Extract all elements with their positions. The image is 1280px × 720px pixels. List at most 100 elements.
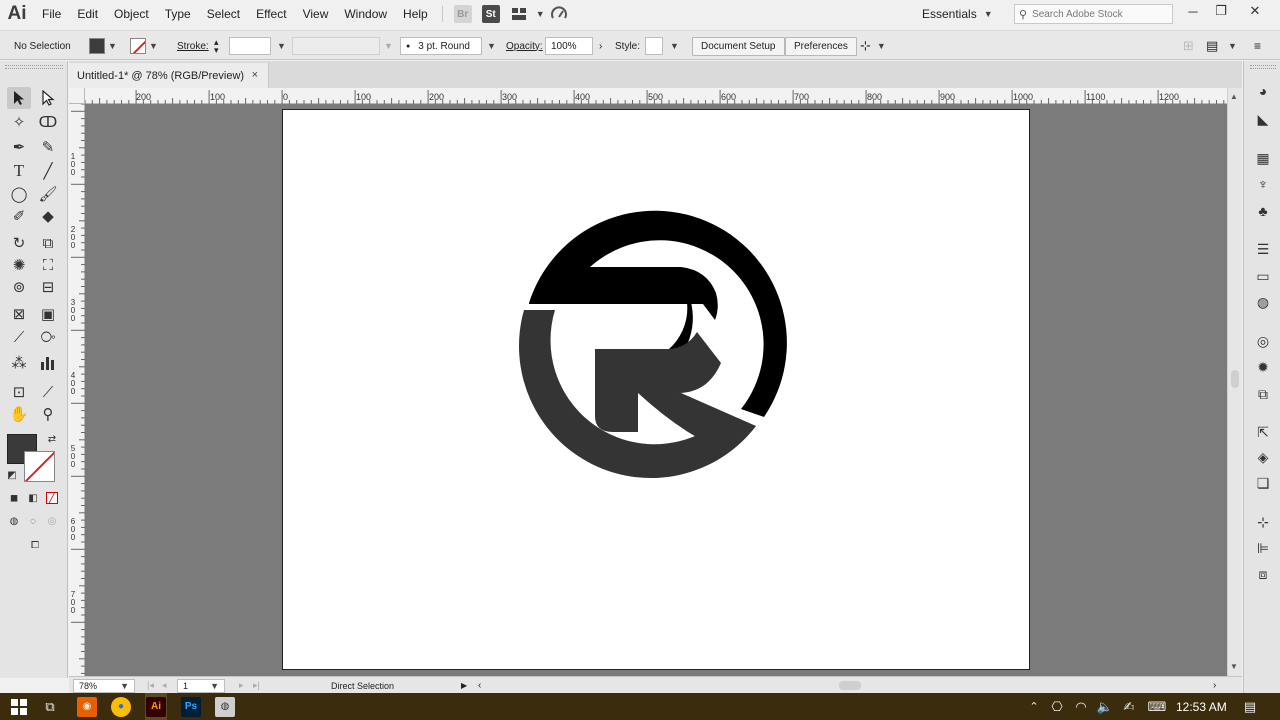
opacity-input[interactable]: 100% (545, 37, 593, 55)
pathfinder-panel-icon[interactable]: ⧈ (1253, 564, 1273, 584)
stroke-color-swatch[interactable] (130, 38, 146, 54)
menu-object[interactable]: Object (106, 0, 157, 28)
menu-view[interactable]: View (295, 0, 337, 28)
direct-selection-tool-icon[interactable] (36, 87, 60, 109)
gpu-performance-icon[interactable] (550, 5, 568, 23)
default-fill-stroke-icon[interactable]: ◩ (6, 469, 18, 481)
chevron-down-icon[interactable]: ▼ (536, 9, 545, 19)
style-field[interactable]: ▼ (645, 31, 679, 61)
panel-grip[interactable] (1250, 65, 1276, 69)
stroke-panel-icon[interactable]: ☰ (1253, 239, 1273, 259)
scroll-left-icon[interactable]: ‹ (478, 677, 481, 694)
artboard-tool-icon[interactable]: ⊡ (7, 381, 31, 403)
transform-options-icon[interactable]: ⊹ (860, 38, 871, 54)
transparency-panel-icon[interactable]: ◍ (1253, 292, 1273, 312)
chevron-down-icon[interactable]: ▼ (384, 41, 393, 51)
brush-definition[interactable]: ● 3 pt. Round ▼ (400, 31, 496, 61)
symbols-panel-icon[interactable]: ♣ (1253, 201, 1273, 221)
zoom-control[interactable]: 78% ▼ (73, 677, 135, 694)
start-button[interactable] (9, 693, 29, 720)
brushes-panel-icon[interactable]: ♆ (1253, 174, 1273, 194)
taskbar-app-other[interactable]: ◍ (214, 693, 236, 720)
align-panel-icon[interactable]: ⊞ (1183, 31, 1194, 61)
stroke-weight-stepper[interactable]: ▴ ▾ (214, 31, 219, 61)
taskbar-app-chrome[interactable]: ● (110, 693, 132, 720)
export-panel-icon[interactable]: ⇱ (1253, 422, 1273, 442)
menu-file[interactable]: File (34, 0, 69, 28)
eyedropper-tool-icon[interactable]: ⟋ (7, 326, 31, 348)
curvature-tool-icon[interactable]: ✎ (36, 136, 60, 158)
perspective-grid-tool-icon[interactable]: ⊟ (36, 276, 60, 298)
color-guide-icon[interactable]: ◣ (1253, 109, 1273, 129)
fill-color-swatch[interactable] (89, 38, 105, 54)
graphic-styles-icon[interactable]: ✹ (1253, 357, 1273, 377)
menu-edit[interactable]: Edit (69, 0, 106, 28)
artboards-panel-icon[interactable]: ❏ (1253, 473, 1273, 493)
mesh-tool-icon[interactable]: ⊠ (7, 303, 31, 325)
opacity-label[interactable]: Opacity: (506, 31, 543, 61)
magic-wand-tool-icon[interactable]: ✧ (7, 111, 31, 133)
chevron-right-icon[interactable]: › (599, 41, 602, 52)
swatches-panel-icon[interactable]: ▦ (1253, 148, 1273, 168)
document-setup-button[interactable]: Document Setup (692, 36, 785, 56)
scroll-down-icon[interactable]: ▼ (1230, 662, 1238, 671)
type-tool-icon[interactable]: T (7, 160, 31, 182)
opacity-field[interactable]: 100% › (545, 31, 602, 61)
stock-search-input[interactable]: ⚲ Search Adobe Stock (1014, 4, 1173, 24)
gradient-mode-icon[interactable]: ◧ (27, 492, 39, 504)
stroke-weight-field[interactable]: ▼ (229, 31, 286, 61)
keyboard-icon[interactable]: ⌨ (1146, 693, 1168, 720)
pen-icon[interactable]: ✍ (1120, 693, 1138, 720)
chevron-up-icon[interactable]: ⌃ (1026, 693, 1042, 720)
scroll-up-icon[interactable]: ▲ (1230, 92, 1238, 101)
vertical-scrollbar[interactable]: ▲ ▼ (1227, 88, 1242, 676)
stroke-swatch[interactable]: ▼ (130, 31, 158, 61)
panel-grip[interactable] (5, 65, 63, 69)
slice-tool-icon[interactable]: ⟋ (36, 381, 60, 403)
previous-artboard-icon[interactable]: ◂ (162, 677, 167, 694)
artboard-number[interactable]: 1 ▼ (177, 677, 225, 694)
selection-tool-icon[interactable] (7, 87, 31, 109)
control-menu-icon[interactable]: ≡ (1254, 31, 1261, 61)
transform-panel-icon[interactable]: ⊹ (1253, 512, 1273, 532)
screen-mode-icon[interactable]: ⧠ (25, 539, 45, 551)
align-panel-icon[interactable]: ⊫ (1253, 538, 1273, 558)
current-tool-status[interactable]: Direct Selection (331, 677, 394, 694)
zoom-input[interactable]: 78% ▼ (73, 678, 135, 693)
preferences-button[interactable]: Preferences (785, 36, 857, 56)
stroke-color-box[interactable] (24, 451, 55, 482)
pen-tool-icon[interactable]: ✒ (7, 136, 31, 158)
chevron-down-icon[interactable]: ▼ (277, 41, 286, 51)
scale-tool-icon[interactable]: ⧉ (36, 232, 60, 254)
arrange-documents-icon[interactable] (510, 5, 528, 23)
blend-tool-icon[interactable]: ⧂ (36, 326, 60, 348)
ellipse-tool-icon[interactable]: ◯ (7, 183, 31, 205)
close-button[interactable]: ✕ (1238, 0, 1272, 22)
stock-icon[interactable]: St (481, 5, 500, 23)
lasso-tool-icon[interactable]: ↀ (36, 111, 60, 133)
taskbar-app-photoshop[interactable]: Ps (180, 693, 202, 720)
warp-tool-icon[interactable]: ✺ (7, 254, 31, 276)
logo-r-stem[interactable] (595, 349, 638, 432)
menu-window[interactable]: Window (336, 0, 395, 28)
appearance-panel-icon[interactable]: ◎ (1253, 331, 1273, 351)
horizontal-ruler[interactable]: 200 100 0 100 200 300 400 500 600 700 80… (85, 88, 1227, 104)
eraser-tool-icon[interactable]: ◆ (36, 205, 60, 227)
column-graph-tool-icon[interactable] (36, 352, 60, 374)
color-panel-icon[interactable]: ◕ (1253, 81, 1273, 101)
chevron-down-icon[interactable]: ▼ (108, 41, 117, 51)
draw-inside-icon[interactable]: ◎ (46, 515, 58, 527)
restore-button[interactable]: ❐ (1204, 0, 1238, 22)
taskbar-app-illustrator[interactable]: Ai (145, 693, 167, 720)
swap-fill-stroke-icon[interactable]: ⇄ (46, 433, 58, 445)
cc-libraries-icon[interactable]: ⧉ (1253, 384, 1273, 404)
variable-width-input[interactable] (292, 37, 380, 55)
volume-icon[interactable]: 🔈 (1096, 693, 1114, 720)
hand-tool-icon[interactable]: ✋ (7, 403, 31, 425)
shape-builder-tool-icon[interactable]: ⊚ (7, 276, 31, 298)
network-icon[interactable]: ⎔ (1048, 693, 1066, 720)
first-artboard-icon[interactable]: |◂ (147, 677, 154, 694)
menu-select[interactable]: Select (199, 0, 248, 28)
draw-behind-icon[interactable]: ◌ (27, 515, 39, 527)
fill-swatch[interactable]: ▼ (89, 31, 117, 61)
